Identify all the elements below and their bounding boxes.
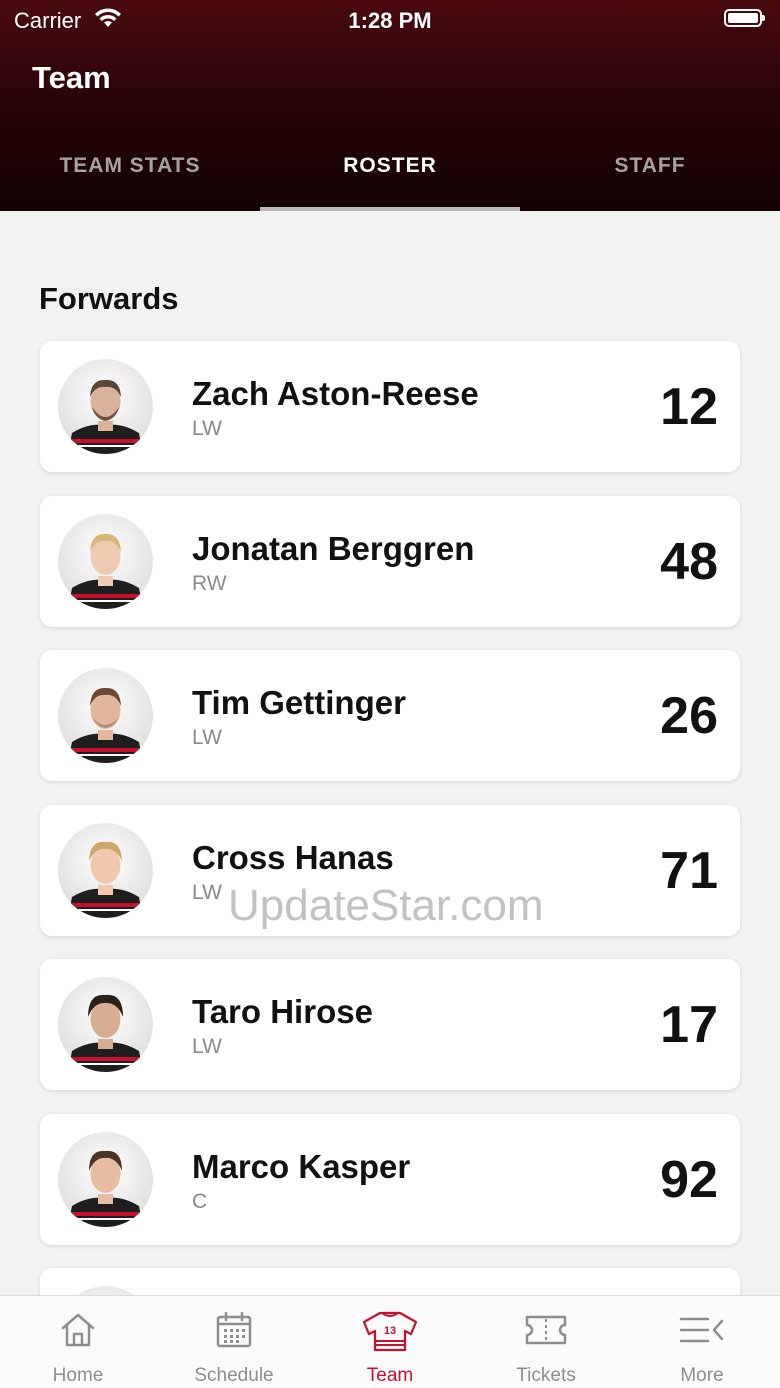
nav-team[interactable]: 13 Team xyxy=(312,1296,468,1388)
player-avatar xyxy=(58,359,153,454)
player-photo xyxy=(68,379,143,454)
tab-staff[interactable]: STAFF xyxy=(520,130,780,211)
player-position: LW xyxy=(192,880,222,904)
nav-more[interactable]: More xyxy=(624,1296,780,1388)
player-position: C xyxy=(192,1189,208,1213)
nav-home[interactable]: Home xyxy=(0,1296,156,1388)
app-header: Carrier 1:28 PM Team TEAM STATS ROSTER S… xyxy=(0,0,780,211)
player-name: Jonatan Berggren xyxy=(192,529,475,567)
roster-content[interactable]: Forwards Zach Aston-Reese LW 12 Jonatan … xyxy=(0,211,780,1295)
player-number: 71 xyxy=(660,841,718,900)
player-position: LW xyxy=(192,417,222,440)
player-card[interactable]: Cross Hanas LW 71 xyxy=(40,804,740,936)
player-name: Tim Gettinger xyxy=(192,684,406,721)
player-photo xyxy=(68,994,143,1072)
tab-team-stats[interactable]: TEAM STATS xyxy=(0,130,260,211)
player-name: Taro Hirose xyxy=(192,993,373,1030)
player-number: 48 xyxy=(660,532,718,591)
player-avatar xyxy=(58,513,153,609)
player-photo xyxy=(68,841,143,918)
player-name: Cross Hanas xyxy=(192,838,394,876)
player-avatar xyxy=(58,1131,153,1227)
status-bar: Carrier 1:28 PM xyxy=(0,0,780,40)
clock: 1:28 PM xyxy=(348,8,432,33)
player-avatar xyxy=(58,1286,153,1295)
segment-tabs: TEAM STATS ROSTER STAFF xyxy=(0,130,780,211)
player-photo xyxy=(68,1150,143,1227)
player-name: Marco Kasper xyxy=(192,1147,411,1185)
player-card[interactable]: Zach Aston-Reese LW 12 xyxy=(40,341,740,472)
player-position: LW xyxy=(192,1035,222,1058)
player-position: LW xyxy=(192,726,222,749)
bottom-tab-bar: Home Schedule 13 Team Tickets More xyxy=(0,1295,780,1388)
player-card[interactable]: Jonatan Berggren RW 48 xyxy=(40,495,740,627)
player-name: Zach Aston-Reese xyxy=(192,375,479,412)
player-card[interactable]: Tim Gettinger LW 26 xyxy=(40,650,740,781)
player-number: 26 xyxy=(660,687,718,745)
player-card[interactable]: Taro Hirose LW 17 xyxy=(40,959,740,1090)
player-avatar xyxy=(58,668,153,763)
nav-label: More xyxy=(680,1365,724,1386)
battery-icon xyxy=(724,9,765,27)
nav-tickets[interactable]: Tickets xyxy=(468,1296,624,1388)
nav-schedule[interactable]: Schedule xyxy=(156,1296,312,1388)
player-photo xyxy=(68,687,143,763)
section-title: Forwards xyxy=(39,281,179,316)
ticket-icon xyxy=(525,1315,567,1345)
player-number: 12 xyxy=(660,378,718,436)
player-number: 92 xyxy=(660,1150,718,1209)
player-photo xyxy=(68,533,143,609)
player-card[interactable] xyxy=(40,1268,740,1295)
player-card[interactable]: Marco Kasper C 92 xyxy=(40,1113,740,1245)
nav-label: Home xyxy=(52,1365,104,1386)
tab-roster[interactable]: ROSTER xyxy=(260,130,520,211)
roster-list: Zach Aston-Reese LW 12 Jonatan Berggren … xyxy=(40,341,740,1295)
home-icon xyxy=(61,1313,95,1347)
page-title: Team xyxy=(32,60,111,95)
jersey-number: 13 xyxy=(384,1325,396,1337)
player-avatar xyxy=(58,977,153,1072)
player-avatar xyxy=(58,822,153,918)
calendar-icon xyxy=(216,1311,252,1348)
nav-label: Tickets xyxy=(516,1365,576,1386)
player-number: 17 xyxy=(660,996,718,1054)
nav-label: Team xyxy=(366,1365,414,1386)
player-position: RW xyxy=(192,571,227,595)
jersey-icon: 13 xyxy=(362,1311,418,1352)
nav-label: Schedule xyxy=(194,1365,274,1386)
menu-icon xyxy=(679,1317,724,1343)
